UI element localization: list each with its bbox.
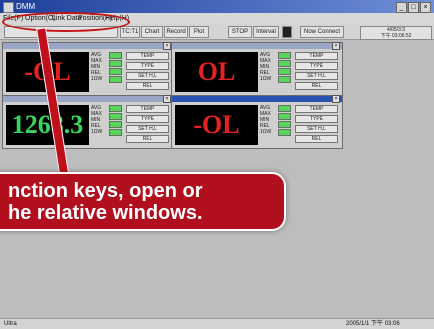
rel-button[interactable]: REL xyxy=(295,82,338,90)
meter-display: 1268.3 xyxy=(6,105,89,145)
rel-button[interactable]: REL xyxy=(126,82,169,90)
rel-button[interactable]: REL xyxy=(295,135,338,143)
temp-button[interactable]: TEMP xyxy=(126,105,169,113)
close-icon[interactable]: × xyxy=(163,95,171,103)
type-button[interactable]: TYPE xyxy=(126,115,169,123)
mode-list: AVG MAX MIN REL 1ΩW xyxy=(260,105,272,135)
meter-reading: -OL xyxy=(193,110,240,139)
app-icon xyxy=(3,2,14,13)
meter-window-1-titlebar[interactable]: × xyxy=(3,42,173,50)
level-bars xyxy=(109,52,122,84)
minimize-icon[interactable]: _ xyxy=(396,2,407,13)
close-icon[interactable]: × xyxy=(420,2,431,13)
meter-display: -OL xyxy=(175,105,258,145)
callout-line-2: he relative windows. xyxy=(8,202,203,224)
meter-reading: OL xyxy=(197,57,236,86)
set-hl-button[interactable]: SET H,L xyxy=(295,72,338,80)
level-bars xyxy=(109,105,122,137)
meter-window-2[interactable]: × OL AVG MAX MIN REL 1ΩW TEMP TYPE SET H,L R… xyxy=(171,42,343,96)
toolbar-stop-button[interactable]: STOP xyxy=(228,26,252,38)
meter-window-3-titlebar[interactable]: × xyxy=(3,95,173,103)
temp-button[interactable]: TEMP xyxy=(295,52,338,60)
window-controls: _ □ × xyxy=(396,2,431,13)
mode-list: AVG MAX MIN REL 1ΩW xyxy=(260,52,272,82)
mode-list: AVG MAX MIN REL 1ΩW xyxy=(91,52,103,82)
rel-button[interactable]: REL xyxy=(126,135,169,143)
set-hl-button[interactable]: SET H,L xyxy=(295,125,338,133)
meter-controls: TEMP TYPE SET H,L REL xyxy=(126,52,169,92)
close-icon[interactable]: × xyxy=(332,95,340,103)
toolbar-plot-button[interactable]: Plot xyxy=(189,26,209,38)
set-hl-button[interactable]: SET H,L xyxy=(126,125,169,133)
info-line-2: 下午 03:06:52 xyxy=(380,33,412,39)
meter-controls: TEMP TYPE SET H,L REL xyxy=(295,105,338,145)
maximize-icon[interactable]: □ xyxy=(408,2,419,13)
meter-window-2-titlebar[interactable]: × xyxy=(172,42,342,50)
record-indicator-icon xyxy=(282,26,292,38)
toolbar-tc-button[interactable]: TC:T1 xyxy=(120,26,140,38)
toolbar-record-button[interactable]: Record xyxy=(164,26,188,38)
type-button[interactable]: TYPE xyxy=(295,115,338,123)
instruction-callout: nction keys, open or he relative windows… xyxy=(0,172,286,231)
toolbar-interval-button[interactable]: Interval xyxy=(253,26,279,38)
mode-list: AVG MAX MIN REL 1ΩW xyxy=(91,105,103,135)
temp-button[interactable]: TEMP xyxy=(295,105,338,113)
close-icon[interactable]: × xyxy=(332,42,340,50)
level-bars xyxy=(278,52,291,84)
status-bar: Ultra 2005/1/1 下午 03:06 xyxy=(0,318,434,329)
toolbar-chart-button[interactable]: Chart xyxy=(141,26,163,38)
meter-window-4[interactable]: × -OL AVG MAX MIN REL 1ΩW TEMP TYPE SET H,L … xyxy=(171,95,343,149)
meter-display: OL xyxy=(175,52,258,92)
meter-window-3[interactable]: × 1268.3 AVG MAX MIN REL 1ΩW TEMP TYPE SET H… xyxy=(2,95,174,149)
meter-controls: TEMP TYPE SET H,L REL xyxy=(295,52,338,92)
menu-highlight-ellipse xyxy=(2,12,130,32)
temp-button[interactable]: TEMP xyxy=(126,52,169,60)
date-time-panel: 4/05/3:3 下午 03:06:52 xyxy=(360,26,432,40)
level-bars xyxy=(278,105,291,137)
callout-line-1: nction keys, open or xyxy=(8,180,203,202)
meter-window-4-titlebar[interactable]: × xyxy=(172,95,342,103)
close-icon[interactable]: × xyxy=(163,42,171,50)
type-button[interactable]: TYPE xyxy=(295,62,338,70)
meter-window-1[interactable]: × -OL AVGMAXMINREL1ΩW TEMP TYPE SET H,L … xyxy=(2,42,174,96)
meter-reading: 1268.3 xyxy=(11,110,84,139)
set-hl-button[interactable]: SET H,L xyxy=(126,72,169,80)
connection-status: Now Connect xyxy=(300,26,344,38)
window-title: DMM xyxy=(16,2,36,11)
meter-controls: TEMP TYPE SET H,L REL xyxy=(126,105,169,145)
type-button[interactable]: TYPE xyxy=(126,62,169,70)
